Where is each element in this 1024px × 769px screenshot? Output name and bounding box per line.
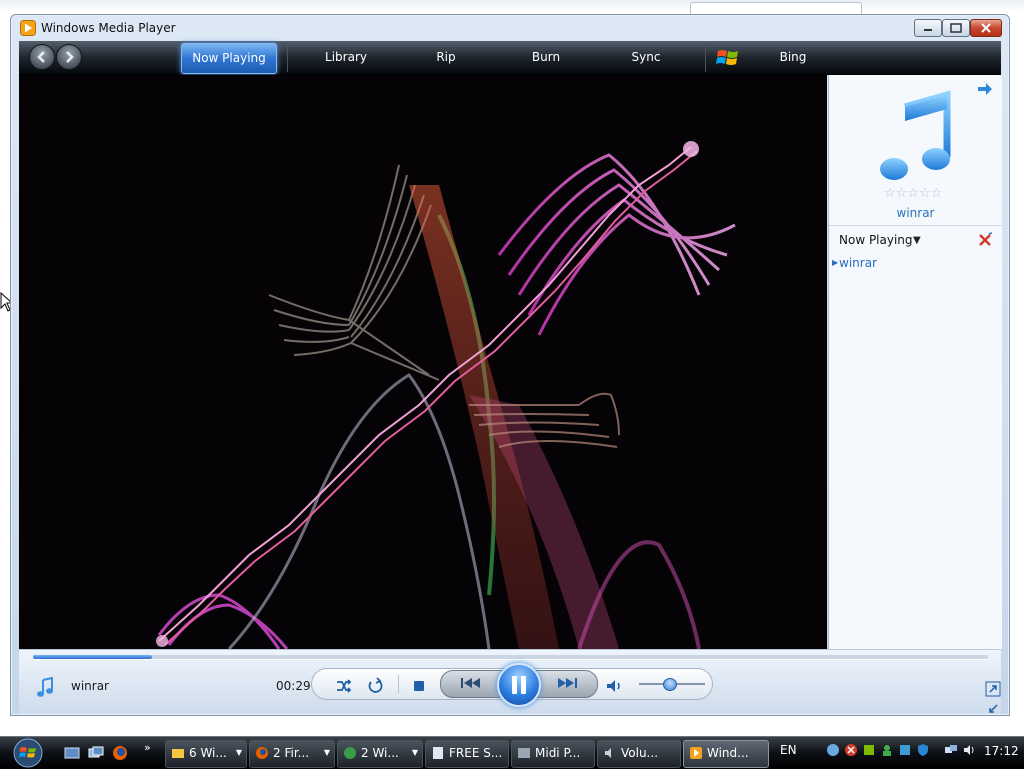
taskbar-button-label: Volu... [621, 746, 659, 760]
music-note-icon [880, 90, 951, 180]
control-separator [398, 675, 399, 693]
network-icon [344, 747, 356, 759]
taskbar-button-label: 2 Fir... [273, 746, 310, 760]
minimize-icon [924, 29, 932, 31]
taskbar-button-label: FREE S... [449, 746, 503, 760]
media-player-icon [20, 20, 36, 36]
switch-to-library-icon[interactable] [985, 681, 1001, 697]
title-bar[interactable]: Windows Media Player [11, 15, 1009, 41]
tab-library[interactable]: Library [309, 41, 383, 74]
arrow-left-icon [37, 51, 45, 63]
visualization-graphic [156, 141, 736, 649]
taskbar-button-label: Midi P... [535, 746, 581, 760]
volume-icon[interactable] [603, 675, 625, 697]
quicklaunch-more-icon[interactable]: » [144, 741, 151, 754]
taskbar-button-firefox[interactable]: 2 Fir... ▼ [249, 740, 335, 768]
taskbar-button-midi[interactable]: Midi P... [511, 740, 595, 768]
restore-icon [950, 23, 962, 33]
now-playing-pane: ☆☆☆☆☆ winrar Now Playing ▼ ▶ winrar [828, 75, 1002, 649]
taskbar-button-volume[interactable]: Volu... [597, 740, 681, 768]
start-button-icon[interactable] [8, 738, 48, 768]
network-tray-icon[interactable] [826, 743, 840, 757]
forward-button[interactable] [56, 44, 82, 70]
pause-button[interactable] [497, 663, 541, 707]
arrow-right-icon[interactable] [977, 82, 993, 96]
visualization-area[interactable] [19, 75, 827, 649]
repeat-icon[interactable] [364, 675, 386, 697]
close-icon [981, 23, 991, 33]
playback-control-bar: winrar 00:29 [19, 649, 1001, 714]
folder-icon [172, 749, 184, 758]
previous-track-icon[interactable] [456, 673, 486, 693]
window-title: Windows Media Player [41, 21, 176, 35]
current-item-marker-icon: ▶ [832, 258, 839, 267]
stop-icon[interactable] [408, 675, 430, 697]
taskbar-button-document[interactable]: FREE S... [425, 740, 509, 768]
tab-separator [705, 43, 706, 72]
firefox-icon [256, 747, 268, 759]
minimize-button[interactable] [914, 19, 942, 37]
desktop-background [0, 0, 1024, 12]
elapsed-time[interactable]: 00:29 [276, 679, 311, 693]
pause-icon [512, 676, 526, 694]
taskbar-button-label: 2 Wi... [361, 746, 399, 760]
next-track-icon[interactable] [552, 673, 582, 693]
shuffle-icon[interactable] [332, 675, 354, 697]
arrow-right-icon [66, 51, 74, 63]
speaker-icon [605, 748, 611, 758]
taskbar-button-label: 6 Wi... [189, 746, 227, 760]
update-tray-icon[interactable] [898, 743, 912, 757]
windows-logo-icon [716, 50, 738, 65]
tab-sync[interactable]: Sync [615, 41, 677, 74]
app-tray-icon[interactable] [862, 743, 876, 757]
speaker-icon[interactable] [962, 743, 976, 757]
seek-bar[interactable] [33, 655, 988, 659]
current-media-title: winrar [71, 679, 109, 693]
close-button[interactable] [970, 19, 1002, 37]
media-player-window: Windows Media Player Now Playing Library… [10, 14, 1010, 716]
seek-bar-progress [33, 655, 153, 659]
back-button[interactable] [29, 44, 55, 70]
chevron-down-icon: ▼ [323, 748, 330, 757]
volume-slider-thumb[interactable] [662, 678, 677, 691]
taskbar-button-label: Wind... [707, 746, 749, 760]
app-icon [518, 748, 530, 758]
pane-divider [829, 225, 1002, 226]
tab-bing[interactable]: Bing [763, 41, 823, 74]
clock[interactable]: 17:12 [984, 744, 1019, 758]
shield-icon[interactable] [916, 743, 930, 757]
tab-separator [287, 43, 288, 72]
clear-list-icon[interactable] [977, 232, 993, 248]
rating-stars[interactable]: ☆☆☆☆☆ [884, 187, 954, 201]
media-player-icon [690, 747, 702, 759]
tab-burn[interactable]: Burn [515, 41, 577, 74]
switch-windows-icon[interactable] [88, 745, 104, 761]
switch-to-skin-icon[interactable] [985, 701, 1001, 717]
chevron-down-icon[interactable]: ▼ [913, 235, 921, 246]
chevron-down-icon: ▼ [411, 748, 418, 757]
maximize-button[interactable] [942, 19, 970, 37]
messenger-icon[interactable] [880, 743, 894, 757]
language-indicator[interactable]: EN [780, 743, 797, 757]
network-connection-icon[interactable] [944, 743, 958, 757]
navigation-bar: Now Playing Library Rip Burn Sync Bing [19, 41, 1001, 75]
firefox-icon[interactable] [112, 745, 128, 761]
taskbar-button-media-player[interactable]: Wind... [683, 740, 769, 768]
tab-now-playing[interactable]: Now Playing [181, 43, 277, 74]
album-title-link[interactable]: winrar [829, 206, 1002, 220]
taskbar-button-network[interactable]: 2 Wi... ▼ [337, 740, 423, 768]
taskbar-button-folders[interactable]: 6 Wi... ▼ [165, 740, 247, 768]
show-desktop-icon[interactable] [64, 745, 80, 761]
security-alert-icon[interactable] [844, 743, 858, 757]
document-icon [433, 747, 443, 759]
chevron-down-icon: ▼ [235, 748, 242, 757]
now-playing-list-header[interactable]: Now Playing [839, 233, 913, 247]
playlist-item[interactable]: winrar [839, 256, 877, 270]
music-note-icon [37, 676, 53, 697]
tab-rip[interactable]: Rip [415, 41, 477, 74]
